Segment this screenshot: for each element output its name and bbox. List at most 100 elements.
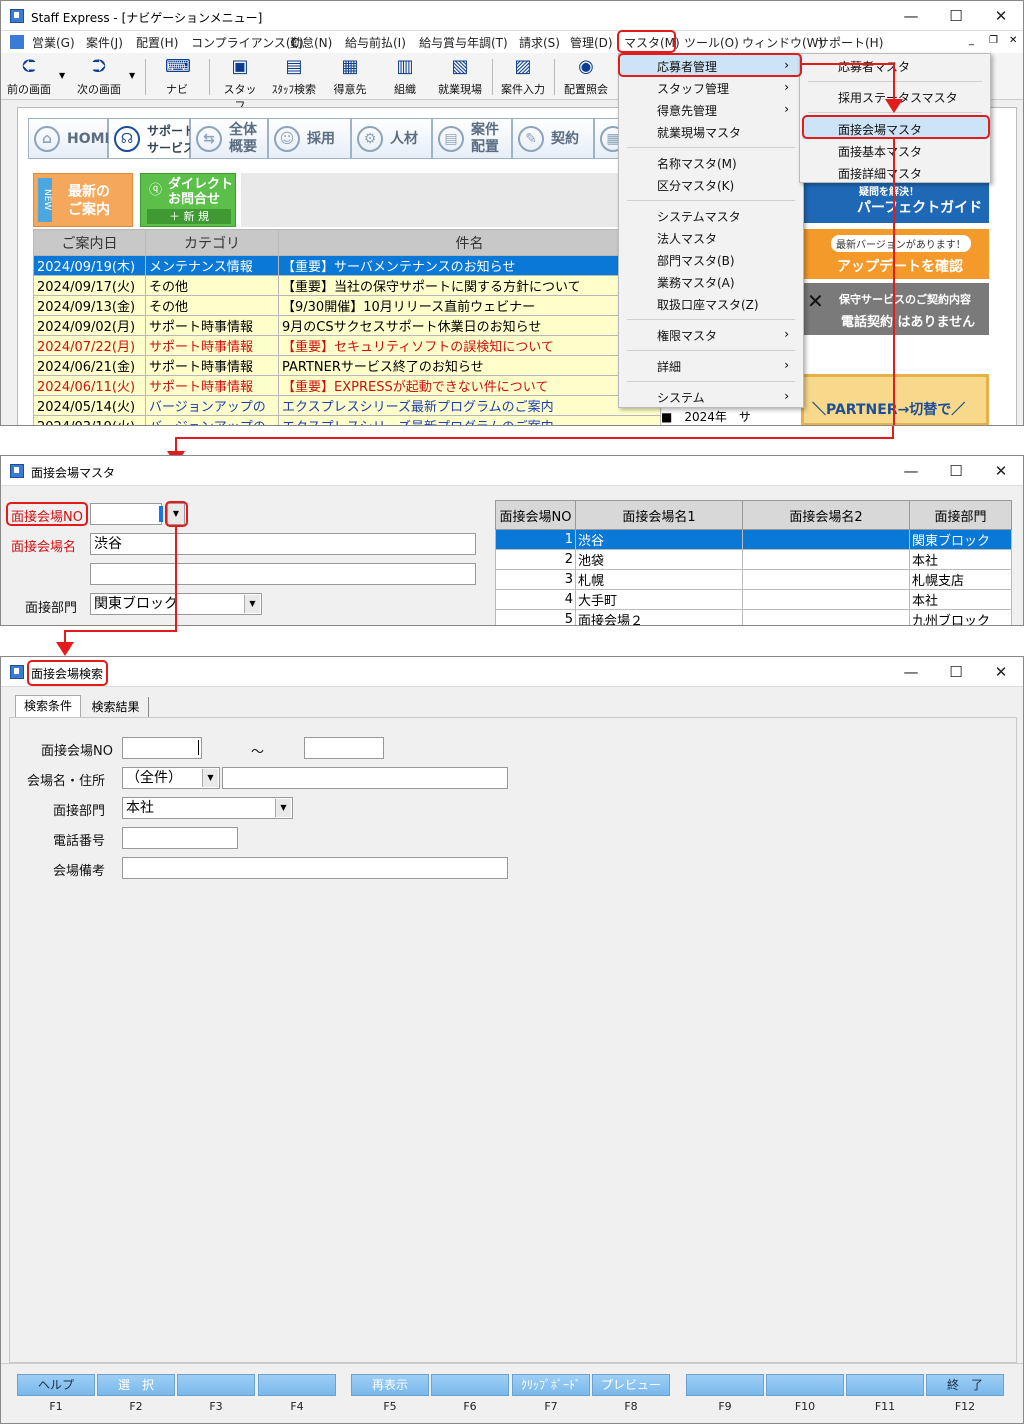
close-icon[interactable]: ✕ (984, 5, 1018, 27)
staff-button[interactable]: ▣ スタッフ (219, 55, 261, 113)
menu-item-dept-master[interactable]: 部門マスタ(B) (657, 252, 735, 269)
search-name-mode-select[interactable]: （全件） ▼ (122, 767, 220, 789)
search-no-from-field[interactable] (122, 737, 202, 759)
news-row[interactable]: 2024/09/02(月) サポート時事情報 9月のCSサクセスサポート休業日のお知… (33, 315, 661, 336)
news-row[interactable]: 2024/05/14(火) バージョンアップの エクスプレスシリーズ最新プログラムの… (33, 395, 661, 416)
maximize-icon[interactable]: ☐ (939, 661, 973, 683)
case-input-button[interactable]: ▨ 案件入力 (497, 55, 549, 97)
mdi-restore-icon[interactable]: ❐ (989, 35, 998, 46)
menu-anken[interactable]: 案件(J) (86, 34, 123, 51)
menu-item-customer-management[interactable]: 得意先管理 (657, 102, 717, 119)
grid-row[interactable]: 2 池袋 本社 (495, 549, 1012, 570)
staff-search-button[interactable]: ▤ ｽﾀｯﾌ検索 (267, 55, 321, 97)
minimize-icon[interactable]: — (894, 460, 928, 482)
tab-anken-haichi[interactable]: ▤ 案件 配置 (432, 118, 512, 159)
menu-kyuyo-maebarai[interactable]: 給与前払(I) (345, 34, 406, 51)
search-memo-field[interactable] (122, 857, 508, 879)
tab-contract[interactable]: ✎ 契約 (512, 118, 594, 159)
maximize-icon[interactable]: ☐ (939, 5, 973, 27)
news-row[interactable]: 2024/09/13(金) その他 【9/30開催】10月リリース直前ウェビナー (33, 295, 661, 316)
tab-search-results[interactable]: 検索結果 (83, 697, 149, 717)
tab-jinzai[interactable]: ⚙ 人材 (351, 118, 432, 159)
menu-haichi[interactable]: 配置(H) (136, 34, 178, 51)
menu-kanri[interactable]: 管理(D) (570, 34, 613, 51)
tab-overview[interactable]: ⇆ 全体 概要 (190, 118, 268, 159)
direct-inquiry-button[interactable]: ⓠ ダイレクト お問合せ ＋ 新 規 (140, 173, 236, 227)
organization-button[interactable]: ▥ 組織 (383, 55, 427, 97)
news-row[interactable]: 2024/06/11(火) サポート時事情報 【重要】EXPRESSが起動できない件… (33, 375, 661, 396)
fkey-f12-button[interactable]: 終 了 (926, 1374, 1004, 1396)
guide-banner[interactable]: 疑問を解決！ パーフェクトガイド (801, 181, 989, 223)
new-info-button[interactable]: NEW 最新の ご案内 (33, 173, 133, 227)
menu-item-business-master[interactable]: 業務マスタ(A) (657, 274, 735, 291)
fkey-f10-button[interactable] (766, 1374, 844, 1396)
fkey-f2-button[interactable]: 選 択 (97, 1374, 175, 1396)
grid-row[interactable]: 1 渋谷 関東ブロック (495, 529, 1012, 550)
fkey-f1-button[interactable]: ヘルプ (17, 1374, 95, 1396)
news-row[interactable]: 2024/09/17(火) その他 【重要】当社の保守サポートに関する方針について (33, 275, 661, 296)
forward-button[interactable]: ⮊ 次の画面 (75, 55, 123, 97)
tab-home[interactable]: ⌂ HOME (28, 118, 114, 159)
close-icon[interactable]: ✕ (984, 460, 1018, 482)
fkey-f4-button[interactable] (258, 1374, 336, 1396)
contract-banner[interactable]: ✕ 保守サービスのご契約内容 電話契約 はありません (801, 283, 989, 335)
menu-window[interactable]: ウィンドウ(W) (742, 34, 823, 51)
tab-recruit[interactable]: ☺ 採用 (268, 118, 351, 159)
fkey-f11-button[interactable] (846, 1374, 924, 1396)
news-row[interactable]: 2024/03/19(火)バージョンアップのエクスプレスシリーズ最新プログラムの… (33, 415, 661, 425)
menu-kintai[interactable]: 勤怠(N) (290, 34, 332, 51)
fkey-f7-button[interactable]: ｸﾘｯﾌﾟﾎﾞｰﾄﾞ (512, 1374, 590, 1396)
menu-support[interactable]: サポート(H) (817, 34, 883, 51)
news-row[interactable]: 2024/09/19(木) メンテナンス情報 【重要】サーバメンテナンスのお知らせ (33, 255, 661, 276)
venue-no-field[interactable] (90, 503, 162, 525)
menu-item-staff-management[interactable]: スタッフ管理 (657, 80, 729, 97)
tab-search-conditions[interactable]: 検索条件 (15, 695, 81, 717)
venue-name1-field[interactable]: 渋谷 (90, 533, 476, 555)
menu-item-permission-master[interactable]: 権限マスタ (657, 327, 717, 344)
update-banner[interactable]: 最新バージョンがあります！ アップデートを確認 (801, 229, 989, 279)
mdi-close-icon[interactable]: ✕ (1009, 35, 1017, 46)
venue-name2-field[interactable] (90, 563, 476, 585)
menu-item-corp-master[interactable]: 法人マスタ (657, 230, 717, 247)
menu-item-name-master[interactable]: 名称マスタ(M) (657, 155, 737, 172)
grid-row[interactable]: 3 札幌 札幌支店 (495, 569, 1012, 590)
fkey-f6-button[interactable] (431, 1374, 509, 1396)
search-dept-select[interactable]: 本社 ▼ (122, 797, 293, 819)
navi-button[interactable]: ⌨ ナビ (157, 55, 197, 97)
menu-item-account-master[interactable]: 取扱口座マスタ(Z) (657, 296, 759, 313)
fkey-f5-button[interactable]: 再表示 (351, 1374, 429, 1396)
back-dropdown-icon[interactable]: ▼ (59, 71, 65, 80)
search-phone-field[interactable] (122, 827, 238, 849)
search-name-addr-field[interactable] (222, 767, 508, 789)
minimize-icon[interactable]: — (894, 661, 928, 683)
fkey-f8-button[interactable]: プレビュー (592, 1374, 670, 1396)
menu-seikyu[interactable]: 請求(S) (519, 34, 560, 51)
news-row[interactable]: 2024/07/22(月) サポート時事情報 【重要】セキュリティソフトの誤検知につ… (33, 335, 661, 356)
news-row[interactable]: 2024/06/21(金) サポート時事情報 PARTNERサービス終了のお知らせ (33, 355, 661, 376)
worksite-button[interactable]: ▧ 就業現場 (433, 55, 487, 97)
placement-inquiry-button[interactable]: ◉ 配置照会 (559, 55, 613, 97)
menu-compliance[interactable]: コンプライアンス(C) (191, 34, 304, 51)
menu-tool[interactable]: ツール(O) (684, 34, 739, 51)
tab-support-service[interactable]: ☊ サポート サービス (108, 118, 195, 159)
menu-item-system-master[interactable]: システムマスタ (657, 208, 741, 225)
menu-item-detail[interactable]: 詳細 (657, 358, 681, 375)
menu-item-category-master[interactable]: 区分マスタ(K) (657, 177, 734, 194)
menu-kyuyo-shoyo[interactable]: 給与賞与年調(T) (419, 34, 508, 51)
fkey-f9-button[interactable] (686, 1374, 764, 1396)
menu-item-system[interactable]: システム (657, 389, 705, 406)
menu-item-worksite-master[interactable]: 就業現場マスタ (657, 124, 741, 141)
search-no-to-field[interactable] (304, 737, 384, 759)
partner-banner[interactable]: ＼PARTNER→切替で／ (801, 374, 989, 425)
minimize-icon[interactable]: — (894, 5, 928, 27)
maximize-icon[interactable]: ☐ (939, 460, 973, 482)
menu-eigyo[interactable]: 営業(G) (32, 34, 75, 51)
fkey-f3-button[interactable] (177, 1374, 255, 1396)
mdi-minimize-icon[interactable]: _ (969, 35, 974, 46)
grid-row[interactable]: 5 面接会場２ 九州ブロック (495, 609, 1012, 625)
submenu-interview-detail-master[interactable]: 面接詳細マスタ (838, 165, 922, 182)
grid-row[interactable]: 4 大手町 本社 (495, 589, 1012, 610)
submenu-applicant-master[interactable]: 応募者マスタ (838, 58, 910, 75)
customer-button[interactable]: ▦ 得意先 (328, 55, 372, 97)
close-icon[interactable]: ✕ (984, 661, 1018, 683)
